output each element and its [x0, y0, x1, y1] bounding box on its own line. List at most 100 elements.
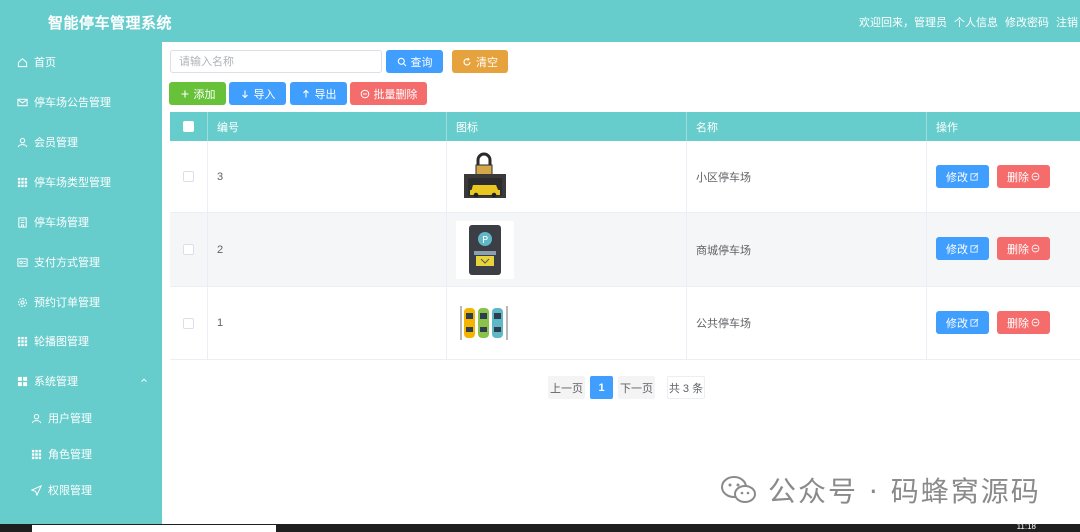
apps-icon: [16, 375, 28, 387]
mail-icon: [16, 96, 28, 108]
parking-meter-icon: P: [456, 220, 514, 279]
edit-button[interactable]: 修改: [936, 165, 989, 188]
row-select-cell: [170, 213, 208, 286]
search-icon: [397, 57, 406, 66]
row-name: 商城停车场: [687, 213, 927, 286]
logout-link[interactable]: 注销: [1056, 14, 1078, 30]
grid-icon: [16, 335, 28, 347]
row-id: 3: [208, 141, 447, 212]
row-actions-cell: 修改 删除: [927, 213, 1080, 286]
grid-icon: [16, 176, 28, 188]
batch-delete-label: 批量删除: [373, 88, 418, 101]
refresh-icon: [463, 57, 471, 66]
taskbar-search-box[interactable]: [32, 525, 276, 532]
sidebar-item-home[interactable]: 首页: [0, 52, 162, 72]
column-header-actions: 操作: [936, 121, 958, 134]
os-taskbar: 11:18: [0, 522, 1080, 532]
sidebar-subitem-users[interactable]: 用户管理: [0, 408, 162, 428]
grid-icon: [30, 448, 42, 460]
sidebar-item-parking-lot[interactable]: 停车场管理: [0, 212, 162, 232]
query-label: 查询: [410, 56, 433, 69]
edit-label: 修改: [946, 243, 968, 256]
delete-label: 删除: [1007, 171, 1029, 184]
sidebar-item-system[interactable]: 系统管理: [0, 371, 162, 391]
delete-button[interactable]: 删除: [997, 165, 1050, 188]
select-all-checkbox[interactable]: [183, 121, 194, 132]
row-name: 小区停车场: [687, 141, 927, 212]
user-icon: [30, 412, 42, 424]
sidebar-item-parking-notice[interactable]: 停车场公告管理: [0, 92, 162, 112]
column-header-icon: 图标: [447, 112, 687, 141]
table-row: 3 小区停车场 修改 删除: [170, 141, 1080, 213]
welcome-text: 欢迎回来，管理员: [859, 17, 947, 29]
sidebar-item-label: 轮播图管理: [34, 336, 89, 348]
row-icon-cell: [447, 141, 687, 212]
payment-icon: [16, 256, 28, 268]
sidebar-subitem-permissions[interactable]: 权限管理: [0, 480, 162, 500]
profile-link[interactable]: 个人信息: [954, 14, 998, 30]
clear-label: 清空: [476, 56, 498, 69]
batch-delete-button[interactable]: 批量删除: [350, 82, 427, 105]
delete-button[interactable]: 删除: [997, 237, 1050, 260]
sidebar-subitem-roles[interactable]: 角色管理: [0, 444, 162, 464]
edit-icon: [970, 244, 979, 253]
sidebar-item-label: 用户管理: [48, 413, 92, 425]
sidebar-item-label: 角色管理: [48, 449, 92, 461]
row-checkbox[interactable]: [183, 317, 194, 329]
watermark-text: 公众号 · 码蜂窝源码: [768, 475, 1041, 508]
export-label: 导出: [314, 88, 337, 101]
page-number-current[interactable]: 1: [590, 376, 613, 399]
change-password-link[interactable]: 修改密码: [1005, 14, 1049, 30]
plus-icon: [181, 90, 188, 97]
clear-button[interactable]: 清空: [452, 50, 508, 73]
garage-car-icon: [464, 152, 506, 198]
send-icon: [30, 484, 42, 496]
query-button[interactable]: 查询: [386, 50, 443, 73]
arrow-up-icon: [302, 89, 309, 97]
sidebar: 首页 停车场公告管理 会员管理 停车场类型管理 停车场管理 支付方式管理 预约订…: [0, 42, 162, 524]
row-name: 公共停车场: [687, 287, 927, 359]
edit-icon: [970, 172, 979, 181]
sidebar-item-payment[interactable]: 支付方式管理: [0, 252, 162, 272]
import-button[interactable]: 导入: [229, 82, 286, 105]
sidebar-item-carousel[interactable]: 轮播图管理: [0, 331, 162, 351]
taskbar-clock: 11:18: [1016, 522, 1036, 531]
arrow-down-icon: [241, 90, 248, 98]
import-label: 导入: [253, 88, 276, 101]
sidebar-item-label: 停车场管理: [34, 217, 89, 229]
chevron-up-icon: [140, 375, 148, 387]
row-checkbox[interactable]: [183, 244, 194, 255]
edit-button[interactable]: 修改: [936, 311, 989, 334]
watermark: 公众号 · 码蜂窝源码: [720, 470, 1041, 510]
edit-label: 修改: [946, 317, 968, 330]
parked-cars-icon: [460, 306, 508, 340]
sidebar-item-members[interactable]: 会员管理: [0, 132, 162, 152]
sidebar-item-reservation[interactable]: 预约订单管理: [0, 292, 162, 312]
top-header: 智能停车管理系统 欢迎回来，管理员 个人信息 修改密码 注销: [0, 0, 1080, 42]
select-all-cell: [170, 112, 208, 141]
sidebar-item-label: 停车场类型管理: [34, 177, 111, 189]
total-count: 共 3 条: [667, 376, 705, 399]
row-actions-cell: 修改 删除: [927, 141, 1080, 212]
search-input[interactable]: [170, 50, 382, 73]
prev-page-button[interactable]: 上一页: [548, 376, 585, 399]
delete-label: 删除: [1007, 317, 1029, 330]
minus-circle-icon: [1031, 244, 1040, 253]
sidebar-item-label: 会员管理: [34, 137, 78, 149]
row-actions-cell: 修改 删除: [927, 287, 1080, 359]
row-select-cell: [170, 141, 208, 212]
export-button[interactable]: 导出: [290, 82, 347, 105]
next-page-button[interactable]: 下一页: [618, 376, 655, 399]
sidebar-item-parking-type[interactable]: 停车场类型管理: [0, 172, 162, 192]
sidebar-item-label: 预约订单管理: [34, 297, 100, 309]
minus-circle-icon: [360, 89, 369, 98]
row-checkbox[interactable]: [183, 171, 194, 182]
add-button[interactable]: 添加: [169, 82, 226, 105]
sidebar-item-label: 停车场公告管理: [34, 97, 111, 109]
table-header: 编号 图标 名称 操作: [170, 112, 1080, 141]
add-label: 添加: [193, 88, 216, 101]
main-content: 查询 清空 添加 导入 导出 批量删除 编号 图标 名称 操作 3: [162, 42, 1080, 524]
delete-button[interactable]: 删除: [997, 311, 1050, 334]
edit-button[interactable]: 修改: [936, 237, 989, 260]
minus-circle-icon: [1031, 172, 1040, 181]
